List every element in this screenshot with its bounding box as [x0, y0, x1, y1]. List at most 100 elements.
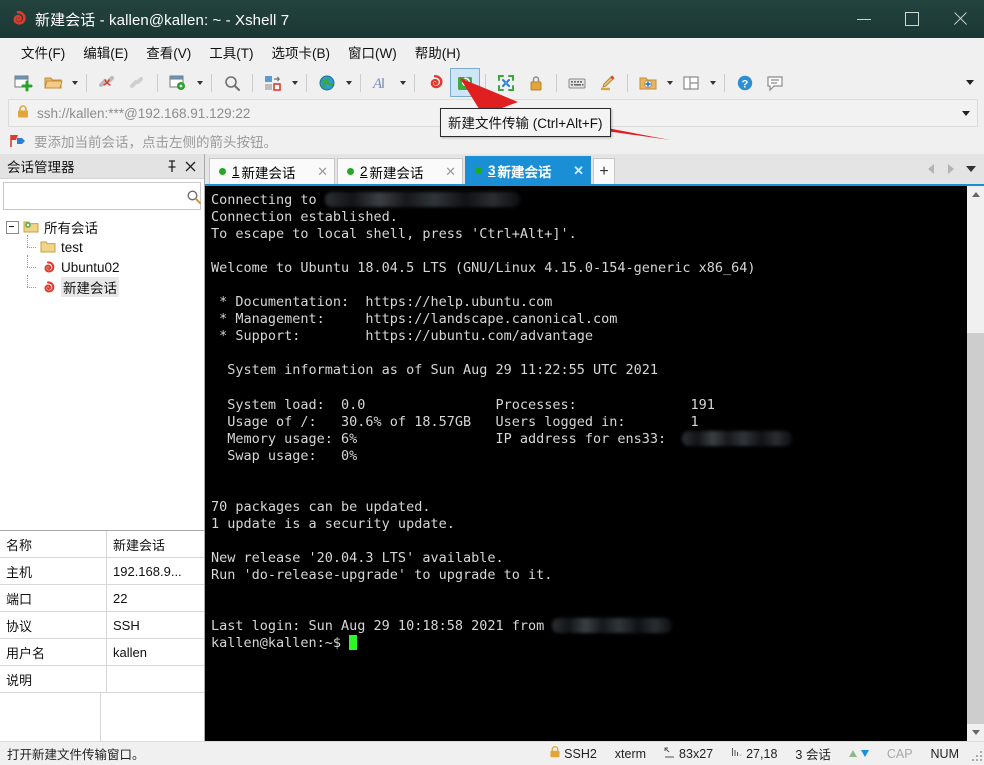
tree-node-all-sessions[interactable]: 所有会话 — [0, 217, 204, 237]
highlight-pen-icon[interactable] — [592, 68, 622, 97]
tree-node-ubuntu02[interactable]: Ubuntu02 — [0, 255, 204, 277]
tab-scroll-right-icon[interactable] — [942, 158, 959, 180]
menu-tools[interactable]: 工具(T) — [200, 39, 262, 65]
menu-file[interactable]: 文件(F) — [12, 39, 74, 65]
tab-scroll-left-icon[interactable] — [922, 158, 939, 180]
lock-session-icon[interactable] — [521, 68, 551, 97]
title-bar: 新建会话 - kallen@kallen: ~ - Xshell 7 — [0, 0, 984, 38]
reconnect-icon[interactable] — [122, 68, 152, 97]
property-value[interactable] — [107, 666, 204, 692]
panel-close-icon[interactable] — [183, 159, 197, 173]
terminal-scrollbar[interactable] — [966, 186, 984, 741]
session-manager-title: 会话管理器 — [7, 160, 75, 175]
menu-help[interactable]: 帮助(H) — [406, 39, 470, 65]
property-value[interactable]: kallen — [107, 639, 204, 665]
property-row-port: 端口 22 — [0, 585, 204, 612]
toolbar-separator — [627, 73, 628, 92]
terminal-line-text: Welcome to Ubuntu 18.04.5 LTS (GNU/Linux… — [211, 260, 756, 277]
find-icon[interactable] — [217, 68, 247, 97]
menu-edit[interactable]: 编辑(E) — [74, 39, 137, 65]
globe-dropdown-icon[interactable] — [342, 69, 355, 96]
resize-grip-icon[interactable] — [968, 747, 982, 761]
search-icon[interactable] — [186, 189, 201, 204]
feedback-icon[interactable] — [760, 68, 790, 97]
property-value[interactable]: 新建会话 — [107, 531, 204, 557]
window-controls — [840, 0, 984, 38]
disconnect-icon[interactable] — [92, 68, 122, 97]
tab-status-dot-icon — [347, 168, 354, 175]
terminal-line-text: 70 packages can be updated. — [211, 498, 431, 515]
lock-icon — [17, 104, 29, 122]
tab-session-1[interactable]: 1 新建会话 ✕ — [209, 158, 335, 184]
minimize-button[interactable] — [840, 0, 888, 38]
new-file-transfer-icon[interactable] — [450, 68, 480, 97]
menu-view[interactable]: 查看(V) — [137, 39, 200, 65]
session-search-row[interactable] — [3, 182, 201, 210]
property-value[interactable]: SSH — [107, 612, 204, 638]
keyboard-icon[interactable] — [562, 68, 592, 97]
session-properties-dropdown-icon[interactable] — [193, 69, 206, 96]
xshell-session-icon[interactable] — [420, 68, 450, 97]
maximize-button[interactable] — [888, 0, 936, 38]
scroll-down-icon[interactable] — [967, 724, 984, 741]
split-view-icon[interactable] — [676, 68, 706, 97]
new-folder-dropdown-icon[interactable] — [663, 69, 676, 96]
globe-encoding-icon[interactable] — [312, 68, 342, 97]
scrollbar-thumb[interactable] — [967, 333, 984, 724]
help-icon[interactable]: ? — [730, 68, 760, 97]
tab-close-icon[interactable]: ✕ — [307, 165, 328, 178]
new-tab-button[interactable]: + — [593, 158, 615, 184]
split-view-dropdown-icon[interactable] — [706, 69, 719, 96]
property-value[interactable]: 192.168.9... — [107, 558, 204, 584]
property-value[interactable]: 22 — [107, 585, 204, 611]
layout-icon[interactable] — [258, 68, 288, 97]
fullscreen-icon[interactable] — [491, 68, 521, 97]
property-key: 主机 — [0, 558, 107, 584]
status-indicators: SSH2 xterm 83x27 27,18 3 会话 CAP NUM — [541, 742, 984, 765]
session-properties-icon[interactable] — [163, 68, 193, 97]
svg-text:A: A — [372, 76, 383, 92]
status-num-lock: NUM — [930, 746, 959, 761]
session-properties-grid: 名称 新建会话 主机 192.168.9... 端口 22 协议 SSH 用户名 — [0, 530, 204, 741]
terminal-line: 70 packages can be updated. — [211, 499, 966, 516]
terminal-line: Run 'do-release-upgrade' to upgrade to i… — [211, 567, 966, 584]
scrollbar-track[interactable] — [967, 203, 984, 724]
pin-icon[interactable] — [165, 159, 179, 173]
tab-session-2[interactable]: 2 新建会话 ✕ — [337, 158, 463, 184]
terminal-line: * Documentation: https://help.ubuntu.com — [211, 294, 966, 311]
status-protocol-label: SSH2 — [564, 746, 597, 761]
session-manager-panel: 会话管理器 所有会话 test Ubuntu02 新建会话 名称 新建会话 主机… — [0, 154, 205, 741]
menu-window[interactable]: 窗口(W) — [339, 39, 406, 65]
tree-expander-icon[interactable] — [6, 220, 19, 234]
tab-label: 新建会话 — [369, 165, 424, 181]
font-dropdown-icon[interactable] — [396, 69, 409, 96]
tree-node-test[interactable]: test — [0, 235, 204, 257]
scroll-up-icon[interactable] — [967, 186, 984, 203]
font-icon[interactable]: A — [366, 68, 396, 97]
tab-close-icon[interactable]: ✕ — [563, 164, 584, 177]
session-tree: 所有会话 test Ubuntu02 新建会话 — [0, 210, 204, 530]
toolbar-overflow-icon[interactable] — [962, 80, 984, 85]
address-dropdown-icon[interactable] — [962, 110, 970, 116]
redacted-text-block — [324, 192, 520, 207]
close-button[interactable] — [936, 0, 984, 38]
open-folder-dropdown-icon[interactable] — [68, 69, 81, 96]
tab-number: 2 — [360, 164, 368, 179]
session-search-input[interactable] — [4, 184, 186, 208]
open-folder-icon[interactable] — [38, 68, 68, 97]
layout-dropdown-icon[interactable] — [288, 69, 301, 96]
tab-session-3[interactable]: 3 新建会话 ✕ — [465, 156, 591, 184]
property-key: 端口 — [0, 585, 107, 611]
tab-close-icon[interactable]: ✕ — [435, 165, 456, 178]
toolbar-tooltip: 新建文件传输 (Ctrl+Alt+F) — [440, 108, 611, 137]
new-session-icon[interactable] — [8, 68, 38, 97]
new-folder-icon[interactable] — [633, 68, 663, 97]
status-bar: 打开新建文件传输窗口。 SSH2 xterm 83x27 27,18 3 会话 … — [0, 741, 984, 765]
terminal-output[interactable]: Connecting to Connection established. To … — [205, 186, 966, 741]
menu-tab[interactable]: 选项卡(B) — [263, 39, 340, 65]
status-term-type: xterm — [614, 746, 647, 761]
tab-list-dropdown-icon[interactable] — [962, 158, 979, 180]
tree-node-new-session[interactable]: 新建会话 — [0, 275, 204, 297]
